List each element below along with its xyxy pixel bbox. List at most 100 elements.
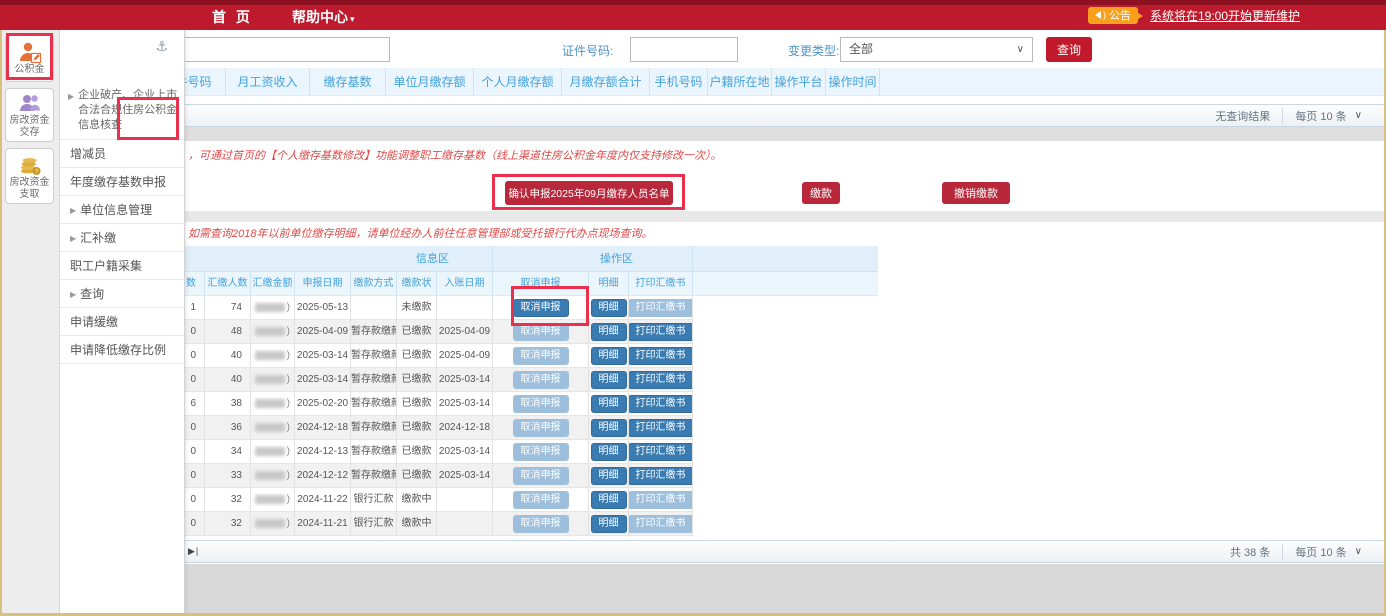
entry-date-cell: 2025-03-14 [437, 368, 493, 391]
print-remit-button[interactable]: 打印汇缴书 [629, 467, 693, 485]
redacted-amount [255, 471, 285, 480]
pay-method-cell: 暂存款缴款 [351, 464, 397, 487]
sidebar-item-fanggai-deposit[interactable]: 房改资金交存 [5, 88, 54, 142]
pay-button[interactable]: 缴款 [802, 182, 840, 204]
nav-help-center[interactable]: 帮助中心▾ [292, 5, 355, 30]
speaker-icon [1095, 11, 1101, 19]
pay-status-cell: 已缴款 [397, 416, 437, 439]
page-size-select[interactable]: 每页 10 条 ∨ [1282, 108, 1370, 124]
detail-button[interactable]: 明细 [591, 323, 627, 341]
nav-home[interactable]: 首 页 [212, 5, 253, 30]
remit-amount-cell: ) [251, 440, 295, 463]
menu-item-label: 增减员 [70, 145, 106, 162]
sidebar-item-fanggai-withdraw[interactable]: ? 房改资金支取 [5, 148, 54, 204]
table-row: 036)2024-12-18暂存款缴款已缴款2024-12-18取消申报明细打印… [150, 416, 693, 440]
scroll-right-end-icon[interactable]: ▶| [188, 546, 199, 557]
redacted-amount [255, 327, 285, 336]
print-remit-button[interactable]: 打印汇缴书 [629, 443, 693, 461]
search-button[interactable]: 查询 [1046, 37, 1092, 62]
pay-method-cell [351, 296, 397, 319]
redacted-amount [255, 519, 285, 528]
announcement-link[interactable]: 系统将在19:00开始更新维护 [1150, 7, 1300, 24]
table1-column-header: 单位月缴存额 [386, 68, 474, 96]
pay-status-cell: 缴款中 [397, 512, 437, 535]
total-count-text: 共 38 条 [1218, 544, 1282, 560]
detail-button[interactable]: 明细 [591, 515, 627, 533]
menu-item-bankruptcy-check[interactable]: ▶企业破产、企业上市合法合规住房公积金信息核查 [60, 82, 184, 140]
sidebar-item-gongjijin[interactable]: 公积金 [5, 35, 54, 82]
table1-column-header: 户籍所在地 [708, 68, 772, 96]
action-cell: 打印汇缴书 [629, 344, 693, 367]
menu-item-annual-base-declare[interactable]: 年度缴存基数申报 [60, 168, 184, 196]
detail-button[interactable]: 明细 [591, 371, 627, 389]
declare-date-cell: 2025-02-20 [295, 392, 351, 415]
id-number-input[interactable] [630, 37, 738, 62]
menu-item-query[interactable]: ▶查询 [60, 280, 184, 308]
action-cell: 明细 [589, 416, 629, 439]
table1-header-cells: 证件号码月工资收入缴存基数单位月缴存额个人月缴存额月缴存额合计手机号码户籍所在地… [150, 68, 880, 96]
menu-item-unit-info-mgmt[interactable]: ▶单位信息管理 [60, 196, 184, 224]
print-remit-button[interactable]: 打印汇缴书 [629, 419, 693, 437]
redacted-amount [255, 303, 285, 312]
entry-date-cell: 2025-04-09 [437, 344, 493, 367]
remit-people-cell: 36 [205, 416, 251, 439]
menu-item-employee-household-collect[interactable]: 职工户籍采集 [60, 252, 184, 280]
employee-table-header: 证件号码月工资收入缴存基数单位月缴存额个人月缴存额月缴存额合计手机号码户籍所在地… [60, 68, 1384, 96]
filter-bar: 证件号码: 变更类型: 全部 ∨ 查询 [60, 30, 1384, 68]
menu-item-apply-deferral[interactable]: 申请缓缴 [60, 308, 184, 336]
redacted-amount [255, 447, 285, 456]
anchor-pin-icon[interactable]: ⚓ [155, 38, 168, 55]
pay-status-cell: 已缴款 [397, 320, 437, 343]
print-remit-button[interactable]: 打印汇缴书 [629, 323, 693, 341]
print-remit-button[interactable]: 打印汇缴书 [629, 395, 693, 413]
action-cell: 打印汇缴书 [629, 440, 693, 463]
arrow-right-icon: ▶ [68, 89, 74, 104]
redacted-amount [255, 495, 285, 504]
declare-date-cell: 2025-03-14 [295, 368, 351, 391]
detail-button[interactable]: 明细 [591, 467, 627, 485]
name-filter-input[interactable] [165, 37, 390, 62]
detail-button[interactable]: 明细 [591, 395, 627, 413]
detail-button[interactable]: 明细 [591, 299, 627, 317]
detail-button[interactable]: 明细 [591, 443, 627, 461]
remit-amount-cell: ) [251, 488, 295, 511]
table-row: 040)2025-03-14暂存款缴款已缴款2025-04-09取消申报明细打印… [150, 344, 693, 368]
detail-button[interactable]: 明细 [591, 491, 627, 509]
announcement-badge-label: 公告 [1109, 7, 1131, 23]
detail-button[interactable]: 明细 [591, 347, 627, 365]
cancel-declare-button[interactable]: 取消申报 [513, 299, 569, 317]
menu-item-label: 汇补缴 [80, 229, 116, 246]
print-remit-button[interactable]: 打印汇缴书 [629, 347, 693, 365]
window-edge-left [0, 30, 2, 616]
print-remit-button[interactable]: 打印汇缴书 [629, 371, 693, 389]
entry-date-cell: 2025-03-14 [437, 440, 493, 463]
remit-amount-cell: ) [251, 296, 295, 319]
confirm-declare-button[interactable]: 确认申报2025年09月缴存人员名单 [505, 181, 673, 205]
menu-item-add-remove-employee[interactable]: 增减员 [60, 140, 184, 168]
action-cell: 打印汇缴书 [629, 296, 693, 319]
sidebar-item-label: 公积金 [6, 64, 53, 79]
table-row: 032)2024-11-22银行汇款缴款中取消申报明细打印汇缴书 [150, 488, 693, 512]
change-type-select[interactable]: 全部 ∨ [840, 37, 1033, 62]
redacted-amount [255, 423, 285, 432]
detail-button[interactable]: 明细 [591, 419, 627, 437]
table-row: 040)2025-03-14暂存款缴款已缴款2025-03-14取消申报明细打印… [150, 368, 693, 392]
remit-people-cell: 48 [205, 320, 251, 343]
remit-people-cell: 32 [205, 488, 251, 511]
table1-column-header: 手机号码 [650, 68, 708, 96]
action-cell: 打印汇缴书 [629, 464, 693, 487]
menu-item-remit-supplement[interactable]: ▶汇补缴 [60, 224, 184, 252]
section-divider [60, 127, 1384, 141]
chevron-down-icon: ∨ [1355, 110, 1362, 121]
revoke-pay-button[interactable]: 撤销缴款 [942, 182, 1010, 204]
speaker-wave-icon: ) [1103, 10, 1106, 20]
history-query-notice: 如需查询2018年以前单位缴存明细，请单位经办人前往任意管理部或受托银行代办点现… [60, 222, 1384, 246]
chevron-down-icon: ∨ [1017, 38, 1024, 61]
page-size-select[interactable]: 每页 10 条 ∨ [1282, 544, 1370, 560]
action-cell: 取消申报 [493, 416, 589, 439]
menu-list: ▶企业破产、企业上市合法合规住房公积金信息核查增减员年度缴存基数申报▶单位信息管… [60, 82, 184, 364]
menu-item-apply-lower-ratio[interactable]: 申请降低缴存比例 [60, 336, 184, 364]
topbar-top-strip [0, 0, 1386, 5]
remit-amount-cell: ) [251, 392, 295, 415]
remit-people-cell: 32 [205, 512, 251, 535]
